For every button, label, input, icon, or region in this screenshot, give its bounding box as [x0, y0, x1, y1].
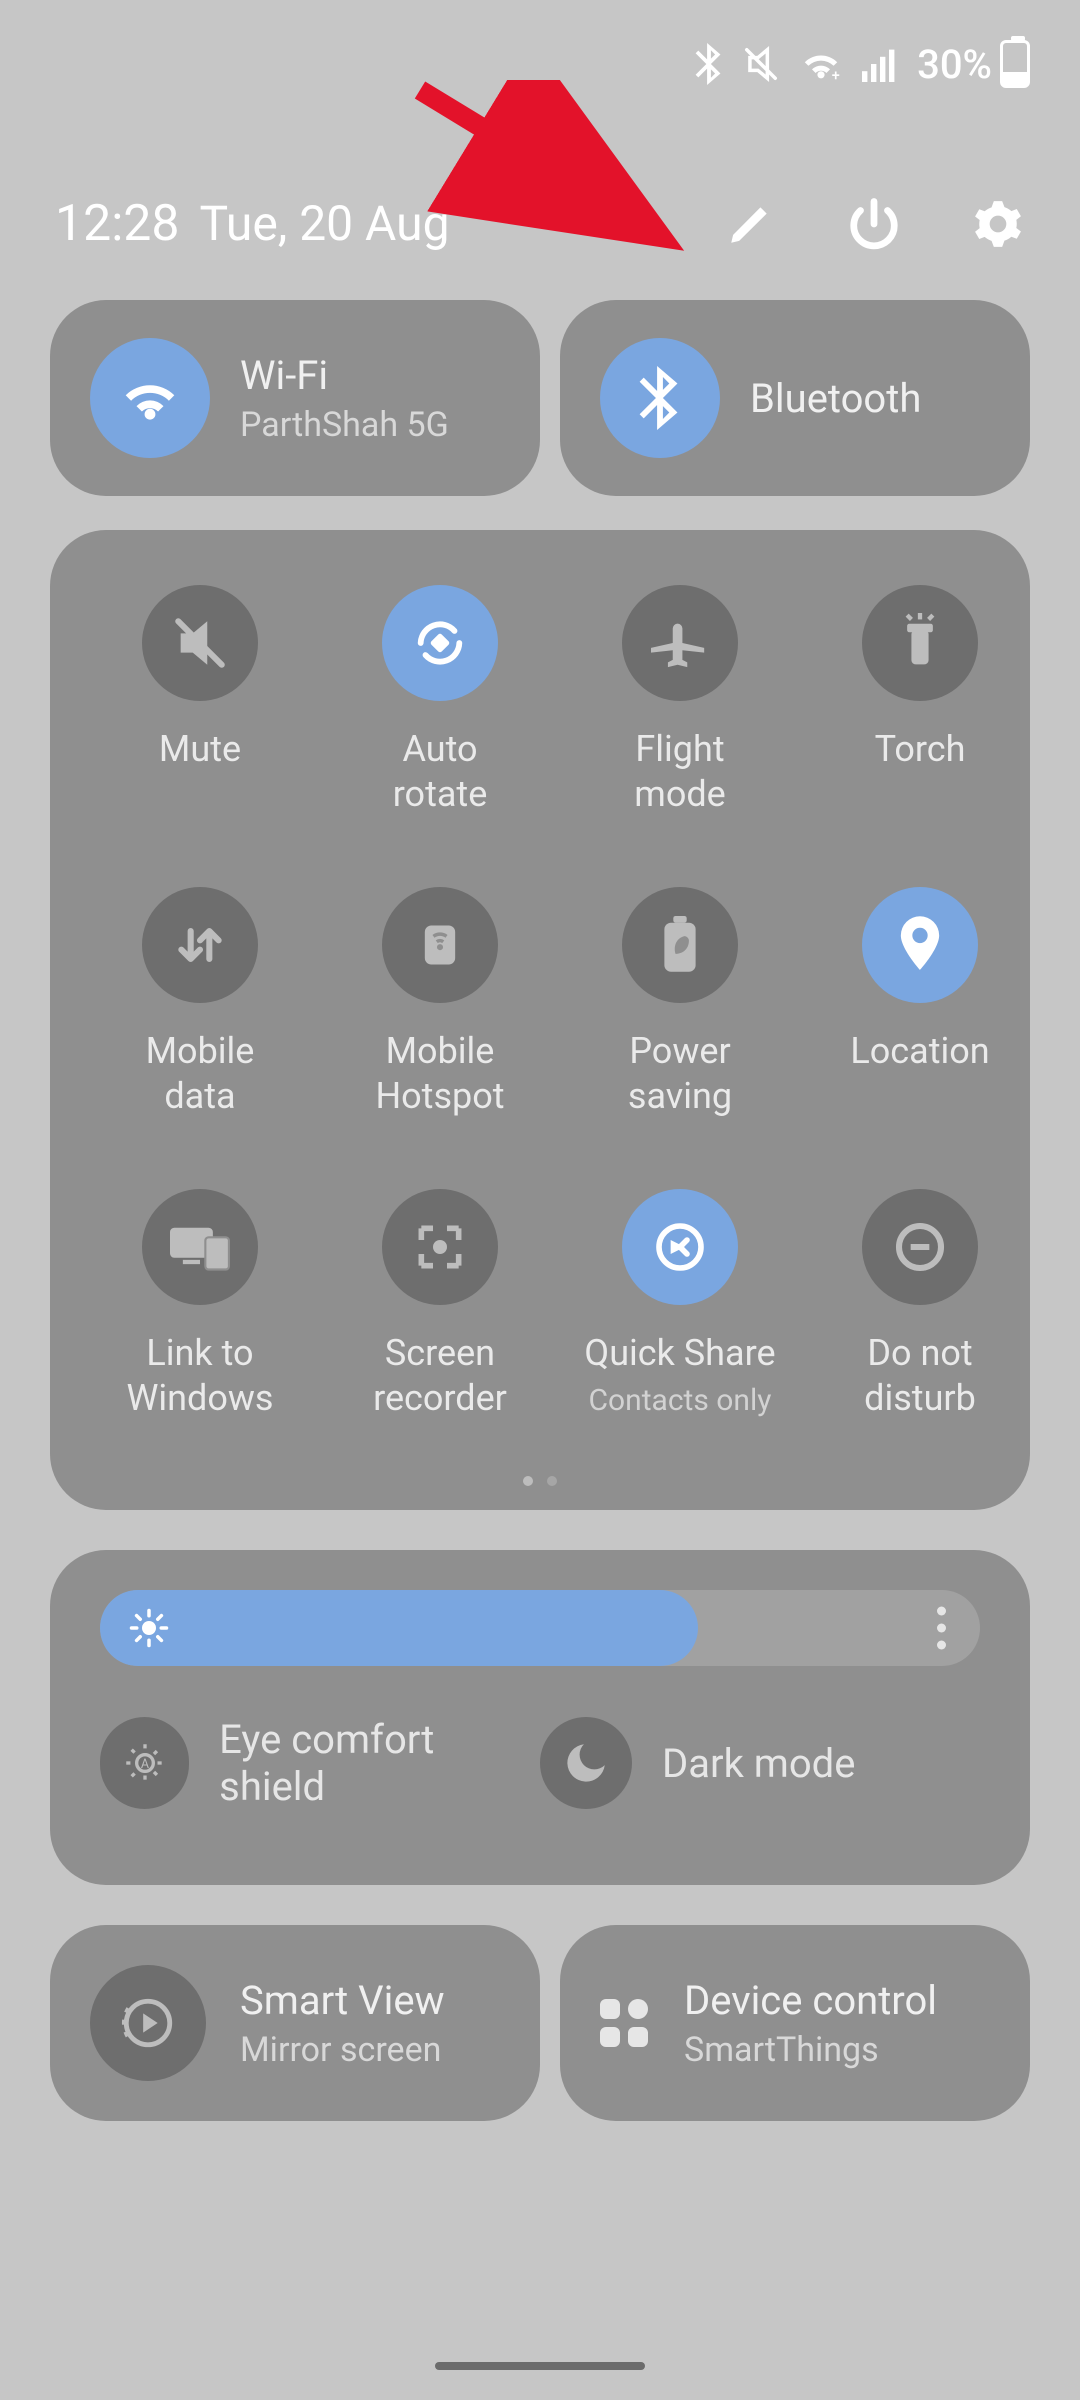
quick-tiles-panel: Mute Autorotate Flightmode Torch Mobiledata M… — [50, 530, 1030, 1510]
smart-view-title: Smart View — [240, 1977, 445, 2024]
device-control-icon — [600, 1999, 650, 2047]
tile-label: Mobiledata — [146, 1029, 255, 1119]
devices-icon — [142, 1189, 258, 1305]
battery-percent: 30% — [917, 41, 992, 88]
tile-linkwin[interactable]: Link toWindows — [90, 1189, 310, 1421]
tile-hotspot[interactable]: MobileHotspot — [330, 887, 550, 1119]
status-bar: + 30% — [695, 40, 1030, 88]
power-button[interactable] — [847, 197, 901, 251]
nav-handle[interactable] — [435, 2362, 645, 2370]
mute-icon — [142, 585, 258, 701]
recorder-icon — [382, 1189, 498, 1305]
minus-icon — [862, 1189, 978, 1305]
wifi-tile[interactable]: Wi-Fi ParthShah 5G — [50, 300, 540, 496]
page-indicator[interactable] — [50, 1476, 1030, 1486]
plane-icon — [622, 585, 738, 701]
eye-comfort-icon: A — [100, 1717, 189, 1809]
tile-label: Autorotate — [393, 727, 488, 817]
mute-status-icon — [741, 45, 781, 83]
tile-flight[interactable]: Flightmode — [570, 585, 790, 817]
battery-icon — [1000, 40, 1030, 88]
share-icon — [622, 1189, 738, 1305]
brightness-panel: A Eye comfort shield Dark mode — [50, 1550, 1030, 1885]
tile-powersave[interactable]: Powersaving — [570, 887, 790, 1119]
wifi-subtitle: ParthShah 5G — [240, 405, 449, 445]
svg-text:A: A — [141, 1757, 149, 1772]
tile-label: MobileHotspot — [375, 1029, 504, 1119]
battery-leaf-icon — [622, 887, 738, 1003]
dark-mode-label: Dark mode — [662, 1740, 855, 1787]
eye-comfort-label: Eye comfort shield — [219, 1716, 540, 1810]
tile-label: Do notdisturb — [864, 1331, 976, 1421]
tile-label: Powersaving — [628, 1029, 732, 1119]
pin-icon — [862, 887, 978, 1003]
tile-label: Flightmode — [634, 727, 726, 817]
bluetooth-tile[interactable]: Bluetooth — [560, 300, 1030, 496]
device-control-title: Device control — [684, 1977, 937, 2024]
edit-button[interactable] — [723, 197, 777, 251]
header: 12:28 Tue, 20 Aug — [55, 195, 1025, 253]
smart-view-subtitle: Mirror screen — [240, 2030, 445, 2070]
tile-label: Torch — [875, 727, 966, 817]
dark-mode-icon — [540, 1717, 632, 1809]
bluetooth-icon — [600, 338, 720, 458]
tile-label: Link toWindows — [126, 1331, 273, 1421]
smart-view-tile[interactable]: Smart View Mirror screen — [50, 1925, 540, 2121]
rotate-icon — [382, 585, 498, 701]
torch-icon — [862, 585, 978, 701]
brightness-more-button[interactable] — [937, 1607, 946, 1650]
dark-mode-toggle[interactable]: Dark mode — [540, 1716, 980, 1810]
device-control-tile[interactable]: Device control SmartThings — [560, 1925, 1030, 2121]
tile-quickshare[interactable]: Quick ShareContacts only — [570, 1189, 790, 1421]
tile-mobiledata[interactable]: Mobiledata — [90, 887, 310, 1119]
tile-mute[interactable]: Mute — [90, 585, 310, 817]
settings-button[interactable] — [971, 197, 1025, 251]
brightness-slider[interactable] — [100, 1590, 980, 1666]
smart-view-icon — [90, 1965, 206, 2081]
tile-torch[interactable]: Torch — [810, 585, 1030, 817]
wifi-icon — [90, 338, 210, 458]
tile-autorotate[interactable]: Autorotate — [330, 585, 550, 817]
tile-dnd[interactable]: Do notdisturb — [810, 1189, 1030, 1421]
tile-label: Screenrecorder — [373, 1331, 507, 1421]
bluetooth-status-icon — [695, 43, 723, 85]
tile-recorder[interactable]: Screenrecorder — [330, 1189, 550, 1421]
bluetooth-title: Bluetooth — [750, 375, 921, 422]
svg-text:+: + — [832, 67, 840, 82]
updown-icon — [142, 887, 258, 1003]
wifi-status-icon: + — [799, 46, 843, 82]
device-control-subtitle: SmartThings — [684, 2030, 937, 2070]
tile-label: Quick ShareContacts only — [584, 1331, 775, 1421]
clock-time: 12:28 — [55, 195, 180, 253]
signal-status-icon — [861, 46, 899, 82]
tile-location[interactable]: Location — [810, 887, 1030, 1119]
tile-label: Mute — [159, 727, 241, 817]
wifi-title: Wi-Fi — [240, 352, 449, 399]
clock-date: Tue, 20 Aug — [200, 195, 450, 252]
brightness-icon — [128, 1607, 170, 1649]
hotspot-icon — [382, 887, 498, 1003]
tile-label: Location — [850, 1029, 989, 1119]
eye-comfort-toggle[interactable]: A Eye comfort shield — [100, 1716, 540, 1810]
